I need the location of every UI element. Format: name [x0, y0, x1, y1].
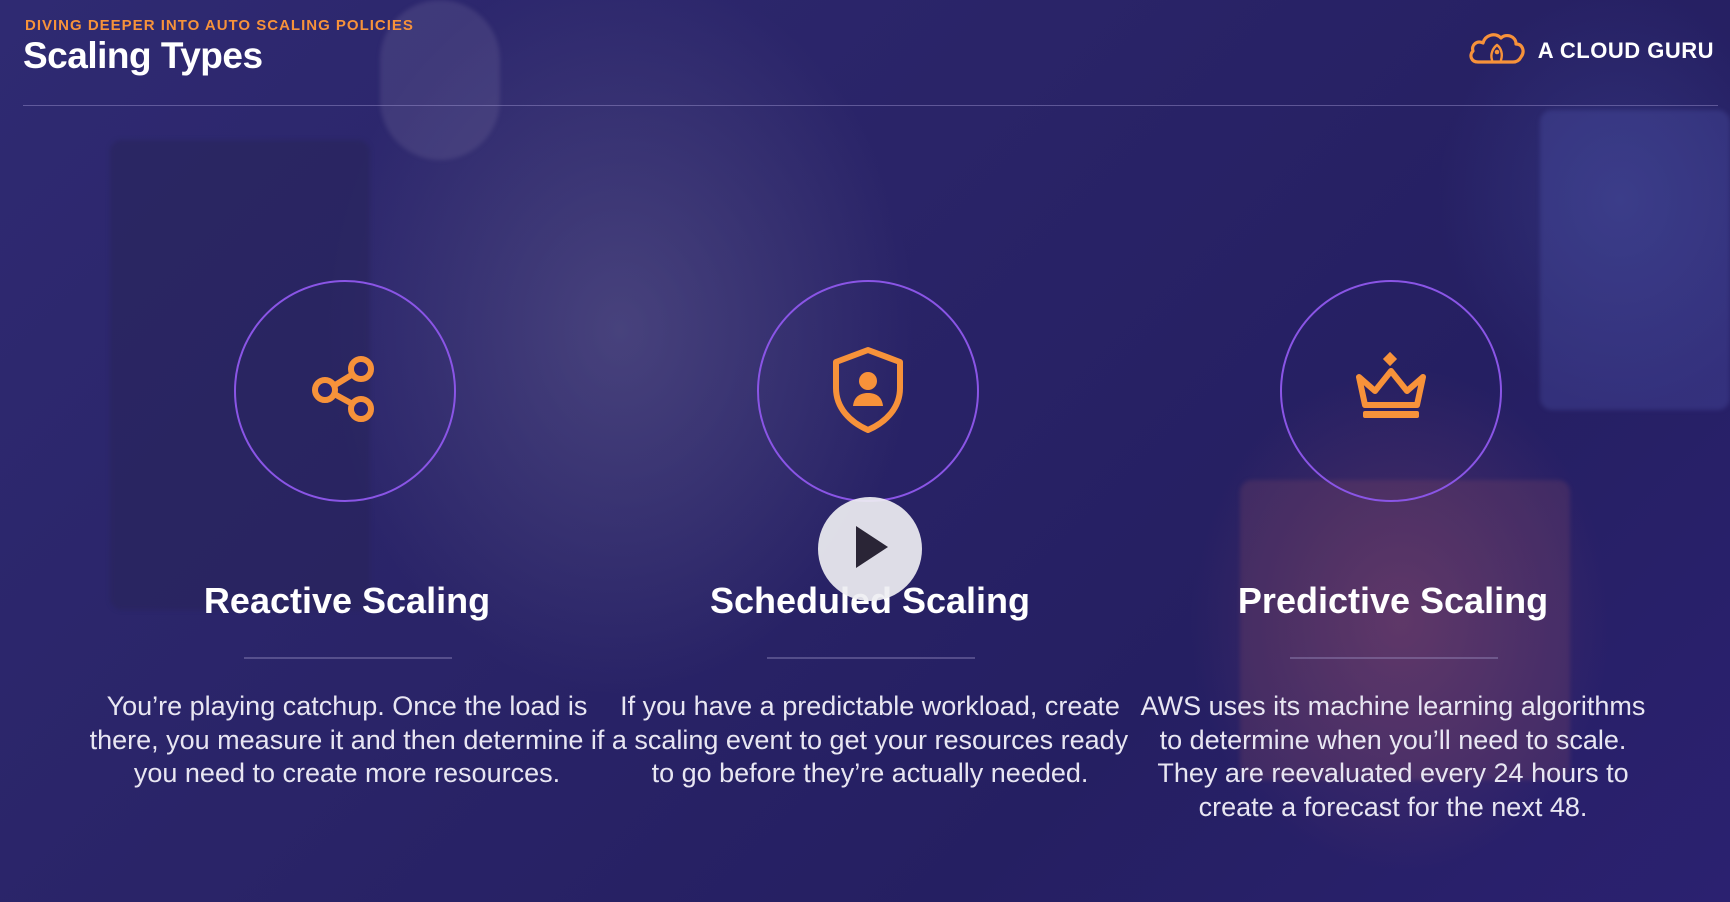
- card-divider: [244, 657, 452, 659]
- share-icon: [305, 349, 385, 434]
- card-description: You’re playing catchup. Once the load is…: [89, 691, 605, 788]
- brand-logo: A CLOUD GURU: [1468, 30, 1714, 71]
- section-eyebrow: DIVING DEEPER INTO AUTO SCALING POLICIES: [25, 17, 414, 34]
- brand-name: A CLOUD GURU: [1537, 37, 1714, 63]
- header-divider: [23, 105, 1718, 106]
- play-icon: [848, 522, 892, 577]
- icon-circle: [757, 280, 979, 502]
- card-description: If you have a predictable workload, crea…: [611, 691, 1129, 788]
- page-title: Scaling Types: [23, 35, 263, 76]
- card-description: AWS uses its machine learning algorithms…: [1140, 691, 1646, 822]
- card-title: Predictive Scaling: [1237, 580, 1549, 621]
- icon-circle: [234, 280, 456, 502]
- cloud-logo-icon: [1468, 30, 1526, 71]
- icon-circle: [1280, 280, 1502, 502]
- card-title: Reactive Scaling: [203, 580, 491, 621]
- card-divider: [1290, 657, 1498, 659]
- background-shape: [1540, 110, 1730, 410]
- crown-icon: [1349, 347, 1433, 436]
- shield-user-icon: [828, 344, 908, 439]
- play-button[interactable]: [818, 497, 922, 601]
- card-divider: [767, 657, 975, 659]
